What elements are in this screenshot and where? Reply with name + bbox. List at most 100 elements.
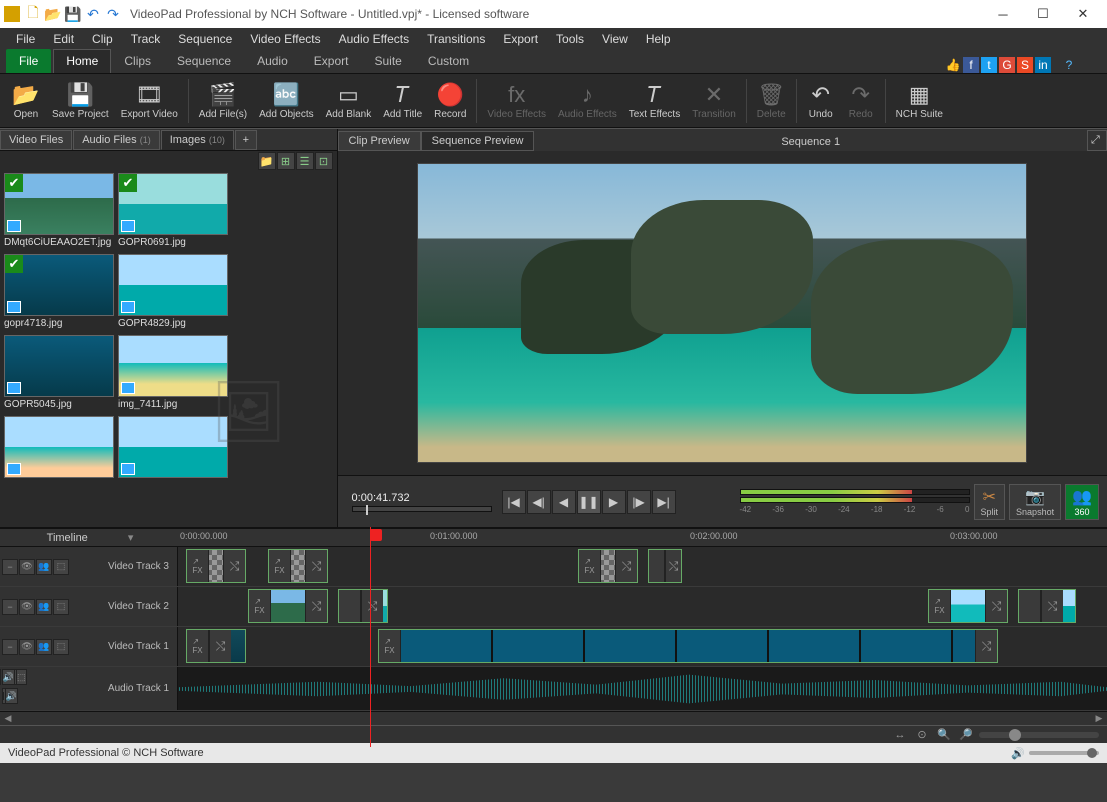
menu-view[interactable]: View <box>594 30 636 48</box>
volume-slider[interactable] <box>2 692 4 700</box>
menu-edit[interactable]: Edit <box>45 30 82 48</box>
clip[interactable]: ↗FX⤭ <box>268 549 328 583</box>
thumbnail[interactable]: ✔GOPR0691.jpg <box>118 173 228 250</box>
grid-view-icon[interactable]: ⊡ <box>315 152 333 170</box>
add-media-tab-button[interactable]: + <box>235 130 257 150</box>
thumbnail[interactable]: ✔DMqt6CiUEAAO2ET.jpg <box>4 173 114 250</box>
timeline-ruler[interactable]: 0:00:00.0000:01:00.0000:02:00.0000:03:00… <box>180 529 1107 546</box>
add-blank-button[interactable]: ▭Add Blank <box>320 79 378 122</box>
like-icon[interactable]: 👍 <box>945 57 961 73</box>
ribbon-tab-custom[interactable]: Custom <box>415 49 482 73</box>
ribbon-tab-audio[interactable]: Audio <box>244 49 301 73</box>
speaker-icon[interactable]: 🔊 <box>2 669 15 685</box>
ribbon-tab-file[interactable]: File <box>6 49 51 73</box>
close-button[interactable]: ✕ <box>1063 0 1103 28</box>
help-icon[interactable]: ? <box>1061 57 1077 73</box>
add-to-timeline-icon[interactable]: ⊞ <box>277 152 295 170</box>
snap-icon[interactable]: ↔ <box>891 728 909 742</box>
media-tab-images[interactable]: Images (10) <box>161 130 234 150</box>
playhead-marker[interactable] <box>370 529 382 541</box>
eye-icon[interactable]: 👁 <box>19 559 35 575</box>
add-title-button[interactable]: 𝑇Add Title <box>377 79 428 122</box>
play-pause-button[interactable]: ❚❚ <box>577 490 601 514</box>
menu-track[interactable]: Track <box>123 30 169 48</box>
record-button[interactable]: 🔴Record <box>428 79 472 122</box>
menu-audio-effects[interactable]: Audio Effects <box>331 30 418 48</box>
lock-icon[interactable]: ⬚ <box>53 599 69 615</box>
thumbnail[interactable]: ✔gopr4718.jpg <box>4 254 114 331</box>
clip[interactable]: ↗FX⤭ <box>578 549 638 583</box>
open-button[interactable]: 📂Open <box>6 79 46 122</box>
ribbon-tab-sequence[interactable]: Sequence <box>164 49 244 73</box>
maximize-button[interactable]: ☐ <box>1023 0 1063 28</box>
export-video-button[interactable]: 🎞Export Video <box>115 79 184 122</box>
split-button[interactable]: ✂Split <box>974 484 1006 520</box>
step-back-button[interactable]: ◀ <box>552 490 576 514</box>
clip[interactable]: ↗FX⤭ <box>378 629 998 663</box>
link-icon[interactable]: 👥 <box>36 639 52 655</box>
folder-icon[interactable]: 📁 <box>258 152 276 170</box>
popout-icon[interactable]: ⤢ <box>1087 130 1107 151</box>
menu-file[interactable]: File <box>8 30 43 48</box>
save-project-button[interactable]: 💾Save Project <box>46 79 115 122</box>
zoom-in-icon[interactable]: 🔎 <box>957 728 975 742</box>
add-objects-button[interactable]: 🔤Add Objects <box>253 79 319 122</box>
goto-end-button[interactable]: ▶| <box>652 490 676 514</box>
lock-icon[interactable]: ⬚ <box>53 639 69 655</box>
thumbnail[interactable] <box>4 416 114 482</box>
scroll-left-icon[interactable]: ◀ <box>0 713 16 724</box>
google-plus-icon[interactable]: G <box>999 57 1015 73</box>
ribbon-tab-clips[interactable]: Clips <box>111 49 164 73</box>
eye-icon[interactable]: 👁 <box>19 639 35 655</box>
audio-lane[interactable] <box>178 667 1107 710</box>
twitter-icon[interactable]: t <box>981 57 997 73</box>
media-tab-video-files[interactable]: Video Files <box>0 130 72 150</box>
track-lane[interactable]: ↗FX⤭ ↗FX⤭ ↗FX⤭ ⤭ <box>178 547 1107 586</box>
prev-clip-button[interactable]: ◀| <box>527 490 551 514</box>
list-view-icon[interactable]: ☰ <box>296 152 314 170</box>
thumbnail[interactable]: GOPR4829.jpg <box>118 254 228 331</box>
scrub-bar[interactable] <box>352 506 492 512</box>
menu-transitions[interactable]: Transitions <box>419 30 493 48</box>
collapse-icon[interactable]: − <box>2 639 18 655</box>
menu-tools[interactable]: Tools <box>548 30 592 48</box>
clip[interactable]: ⤭ <box>338 589 388 623</box>
volume-slider[interactable] <box>1029 751 1099 755</box>
nch-suite-button[interactable]: ▦NCH Suite <box>890 79 949 122</box>
track-lane[interactable]: ↗FX⤭ ⤭ ↗FX⤭ ⤭ <box>178 587 1107 626</box>
add-files-button[interactable]: 🎬Add File(s) <box>193 79 253 122</box>
tab-clip-preview[interactable]: Clip Preview <box>338 131 421 151</box>
menu-help[interactable]: Help <box>638 30 679 48</box>
magnet-icon[interactable]: ⊙ <box>913 728 931 742</box>
media-tab-audio-files[interactable]: Audio Files (1) <box>73 130 159 150</box>
speaker-icon[interactable]: 🔊 <box>5 688 18 704</box>
clip[interactable]: ⤭ <box>648 549 682 583</box>
clip[interactable]: ↗FX⤭ <box>928 589 1008 623</box>
360-button[interactable]: 👥360 <box>1065 484 1099 520</box>
link-icon[interactable]: 👥 <box>36 599 52 615</box>
qat-save-icon[interactable]: 💾 <box>64 5 82 23</box>
menu-export[interactable]: Export <box>495 30 546 48</box>
tab-sequence-preview[interactable]: Sequence Preview <box>421 131 535 151</box>
clip[interactable]: ↗FX⤭ <box>248 589 328 623</box>
ribbon-tab-home[interactable]: Home <box>53 49 111 73</box>
step-forward-button[interactable]: ▶ <box>602 490 626 514</box>
collapse-icon[interactable]: − <box>2 599 18 615</box>
ribbon-tab-suite[interactable]: Suite <box>361 49 414 73</box>
link-icon[interactable]: 👥 <box>36 559 52 575</box>
speaker-icon[interactable]: 🔊 <box>1011 747 1025 760</box>
scroll-right-icon[interactable]: ▶ <box>1091 713 1107 724</box>
timeline-scrollbar[interactable]: ◀ ▶ <box>0 711 1107 725</box>
lock-icon[interactable]: ⬚ <box>53 559 69 575</box>
qat-undo-icon[interactable]: ↶ <box>84 5 102 23</box>
text-effects-button[interactable]: 𝑇Text Effects <box>623 79 687 122</box>
qat-new-icon[interactable]: 🗋 <box>24 5 42 23</box>
collapse-icon[interactable]: − <box>0 669 1 685</box>
thumbnail[interactable]: GOPR5045.jpg <box>4 335 114 412</box>
menu-clip[interactable]: Clip <box>84 30 121 48</box>
snapshot-button[interactable]: 📷Snapshot <box>1009 484 1061 520</box>
next-clip-button[interactable]: |▶ <box>627 490 651 514</box>
qat-open-icon[interactable]: 📂 <box>44 5 62 23</box>
stumble-icon[interactable]: S <box>1017 57 1033 73</box>
facebook-icon[interactable]: f <box>963 57 979 73</box>
